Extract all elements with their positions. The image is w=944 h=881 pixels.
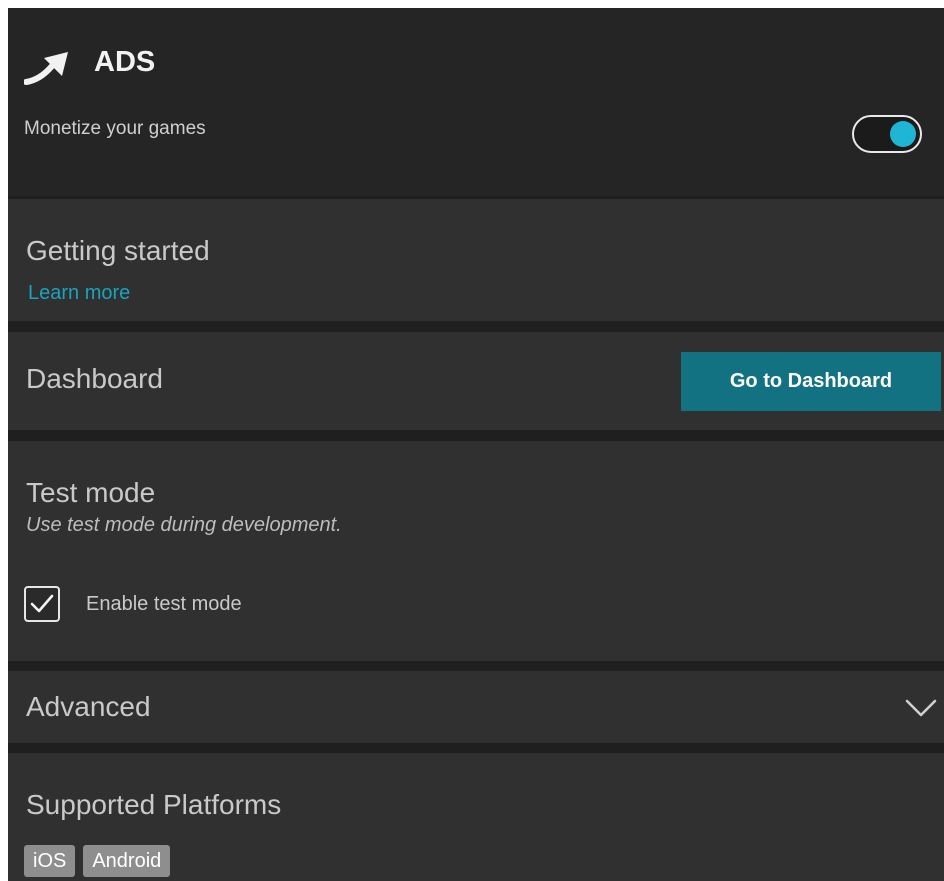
monetize-toggle[interactable] bbox=[852, 115, 922, 153]
page-title: ADS bbox=[94, 46, 156, 78]
supported-platforms-title: Supported Platforms bbox=[26, 789, 282, 820]
ads-settings-panel: ADS Monetize your games Getting started … bbox=[8, 8, 944, 881]
checkmark-icon bbox=[30, 594, 54, 613]
toggle-knob bbox=[890, 121, 916, 147]
chevron-down-icon[interactable] bbox=[901, 691, 941, 723]
platform-badge-android: Android bbox=[83, 845, 171, 877]
enable-test-mode-checkbox[interactable] bbox=[24, 586, 60, 622]
learn-more-link[interactable]: Learn more bbox=[28, 282, 130, 305]
dashboard-section: Dashboard Go to Dashboard bbox=[8, 332, 944, 430]
test-mode-title: Test mode bbox=[26, 477, 156, 508]
go-to-dashboard-button[interactable]: Go to Dashboard bbox=[681, 352, 941, 411]
advanced-section[interactable]: Advanced bbox=[8, 671, 944, 743]
getting-started-title: Getting started bbox=[26, 235, 210, 266]
supported-platforms-section: Supported Platforms iOS Android bbox=[8, 753, 944, 881]
advanced-title: Advanced bbox=[26, 691, 151, 722]
test-mode-note: Use test mode during development. bbox=[26, 514, 342, 536]
platform-badges: iOS Android bbox=[24, 845, 171, 877]
platform-badge-ios: iOS bbox=[24, 845, 76, 877]
getting-started-section: Getting started Learn more bbox=[8, 199, 944, 321]
upward-curved-arrow-icon bbox=[24, 52, 68, 85]
ads-header: ADS Monetize your games bbox=[8, 8, 944, 196]
enable-test-mode-label: Enable test mode bbox=[86, 593, 242, 615]
test-mode-section: Test mode Use test mode during developme… bbox=[8, 441, 944, 661]
page-subtitle: Monetize your games bbox=[24, 118, 206, 139]
dashboard-title: Dashboard bbox=[26, 363, 163, 394]
